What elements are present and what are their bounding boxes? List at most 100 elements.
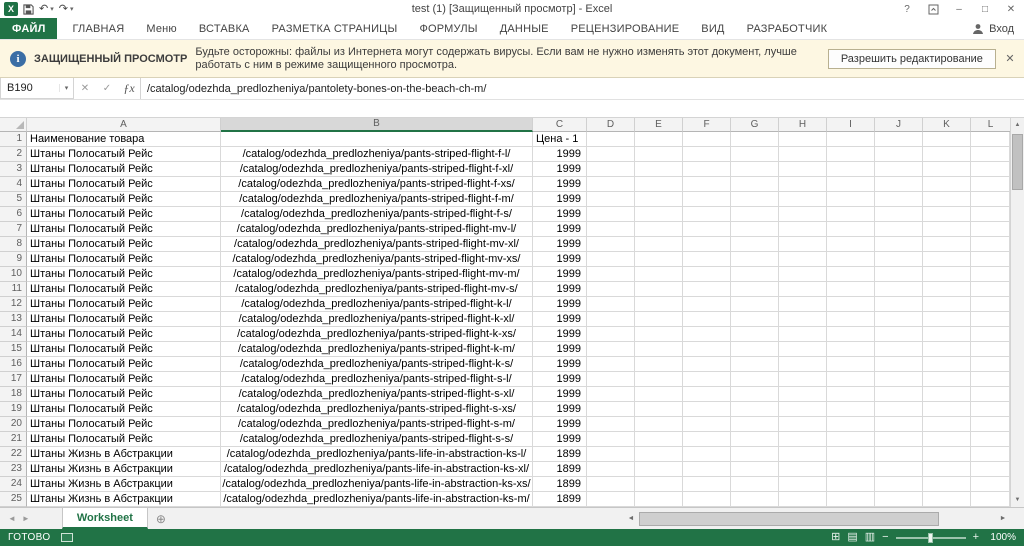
cell-K2[interactable] [923, 147, 971, 162]
cell-G20[interactable] [731, 417, 779, 432]
cell-B22[interactable]: /catalog/odezhda_predlozheniya/pants-lif… [221, 447, 533, 462]
zoom-in-button[interactable]: + [973, 530, 979, 545]
close-button[interactable]: ✕ [998, 0, 1024, 18]
cell-E16[interactable] [635, 357, 683, 372]
cell-L18[interactable] [971, 387, 1010, 402]
page-layout-view-button[interactable]: ▤ [847, 530, 857, 545]
cell-E2[interactable] [635, 147, 683, 162]
cell-H13[interactable] [779, 312, 827, 327]
row-header-5[interactable]: 5 [0, 192, 27, 207]
cell-C12[interactable]: 1999 [533, 297, 587, 312]
cell-B15[interactable]: /catalog/odezhda_predlozheniya/pants-str… [221, 342, 533, 357]
cell-F19[interactable] [683, 402, 731, 417]
cell-I4[interactable] [827, 177, 875, 192]
zoom-level[interactable]: 100% [986, 532, 1016, 543]
row-header-22[interactable]: 22 [0, 447, 27, 462]
cell-I11[interactable] [827, 282, 875, 297]
cell-H11[interactable] [779, 282, 827, 297]
cell-B11[interactable]: /catalog/odezhda_predlozheniya/pants-str… [221, 282, 533, 297]
cell-C25[interactable]: 1899 [533, 492, 587, 507]
add-sheet-icon[interactable]: ⊕ [148, 508, 174, 529]
cell-A7[interactable]: Штаны Полосатый Рейс [27, 222, 221, 237]
cell-I24[interactable] [827, 477, 875, 492]
zoom-slider[interactable] [896, 537, 966, 539]
ribbon-tab-рецензирование[interactable]: РЕЦЕНЗИРОВАНИЕ [562, 18, 689, 39]
cell-E20[interactable] [635, 417, 683, 432]
cancel-icon[interactable]: ✕ [74, 83, 96, 94]
column-header-C[interactable]: C [533, 118, 587, 132]
cell-J5[interactable] [875, 192, 923, 207]
cell-J22[interactable] [875, 447, 923, 462]
cell-L13[interactable] [971, 312, 1010, 327]
cell-A1[interactable]: Наименование товара [27, 132, 221, 147]
cell-D8[interactable] [587, 237, 635, 252]
cell-G4[interactable] [731, 177, 779, 192]
cell-F5[interactable] [683, 192, 731, 207]
cell-I2[interactable] [827, 147, 875, 162]
cell-B2[interactable]: /catalog/odezhda_predlozheniya/pants-str… [221, 147, 533, 162]
cell-J9[interactable] [875, 252, 923, 267]
cell-H7[interactable] [779, 222, 827, 237]
cell-H10[interactable] [779, 267, 827, 282]
ribbon-tab-формулы[interactable]: ФОРМУЛЫ [410, 18, 486, 39]
cell-H14[interactable] [779, 327, 827, 342]
column-header-K[interactable]: K [923, 118, 971, 132]
cell-D17[interactable] [587, 372, 635, 387]
cell-D12[interactable] [587, 297, 635, 312]
cell-A23[interactable]: Штаны Жизнь в Абстракции [27, 462, 221, 477]
cell-D15[interactable] [587, 342, 635, 357]
column-header-B[interactable]: B [221, 118, 533, 132]
row-header-8[interactable]: 8 [0, 237, 27, 252]
cell-B8[interactable]: /catalog/odezhda_predlozheniya/pants-str… [221, 237, 533, 252]
cell-E5[interactable] [635, 192, 683, 207]
cell-E14[interactable] [635, 327, 683, 342]
cell-L5[interactable] [971, 192, 1010, 207]
sheet-nav-left-icon[interactable]: ◄ [8, 514, 16, 523]
cell-G11[interactable] [731, 282, 779, 297]
cell-L8[interactable] [971, 237, 1010, 252]
cell-H6[interactable] [779, 207, 827, 222]
cell-C20[interactable]: 1999 [533, 417, 587, 432]
cell-B1[interactable] [221, 132, 533, 147]
cell-D22[interactable] [587, 447, 635, 462]
cell-J16[interactable] [875, 357, 923, 372]
cell-G13[interactable] [731, 312, 779, 327]
redo-dropdown-icon[interactable]: ▾ [70, 5, 74, 13]
cell-B12[interactable]: /catalog/odezhda_predlozheniya/pants-str… [221, 297, 533, 312]
cell-K11[interactable] [923, 282, 971, 297]
cell-H16[interactable] [779, 357, 827, 372]
cell-C22[interactable]: 1899 [533, 447, 587, 462]
cell-J20[interactable] [875, 417, 923, 432]
column-header-F[interactable]: F [683, 118, 731, 132]
cell-C5[interactable]: 1999 [533, 192, 587, 207]
cell-J25[interactable] [875, 492, 923, 507]
cell-K19[interactable] [923, 402, 971, 417]
cell-L6[interactable] [971, 207, 1010, 222]
cell-H12[interactable] [779, 297, 827, 312]
cell-B5[interactable]: /catalog/odezhda_predlozheniya/pants-str… [221, 192, 533, 207]
cell-E19[interactable] [635, 402, 683, 417]
cell-C9[interactable]: 1999 [533, 252, 587, 267]
cell-H15[interactable] [779, 342, 827, 357]
cell-C8[interactable]: 1999 [533, 237, 587, 252]
cell-D13[interactable] [587, 312, 635, 327]
cell-F4[interactable] [683, 177, 731, 192]
cell-G1[interactable] [731, 132, 779, 147]
cell-L14[interactable] [971, 327, 1010, 342]
cell-D1[interactable] [587, 132, 635, 147]
ribbon-tab-вставка[interactable]: ВСТАВКА [190, 18, 259, 39]
ribbon-tab-файл[interactable]: ФАЙЛ [0, 18, 57, 39]
cell-A14[interactable]: Штаны Полосатый Рейс [27, 327, 221, 342]
cell-E25[interactable] [635, 492, 683, 507]
cell-G25[interactable] [731, 492, 779, 507]
cell-G15[interactable] [731, 342, 779, 357]
ribbon-tab-вид[interactable]: ВИД [692, 18, 733, 39]
name-box[interactable]: B190 ▾ [0, 78, 74, 99]
cell-A12[interactable]: Штаны Полосатый Рейс [27, 297, 221, 312]
cell-B9[interactable]: /catalog/odezhda_predlozheniya/pants-str… [221, 252, 533, 267]
row-header-12[interactable]: 12 [0, 297, 27, 312]
cell-G18[interactable] [731, 387, 779, 402]
cell-I18[interactable] [827, 387, 875, 402]
cell-C4[interactable]: 1999 [533, 177, 587, 192]
cell-E17[interactable] [635, 372, 683, 387]
